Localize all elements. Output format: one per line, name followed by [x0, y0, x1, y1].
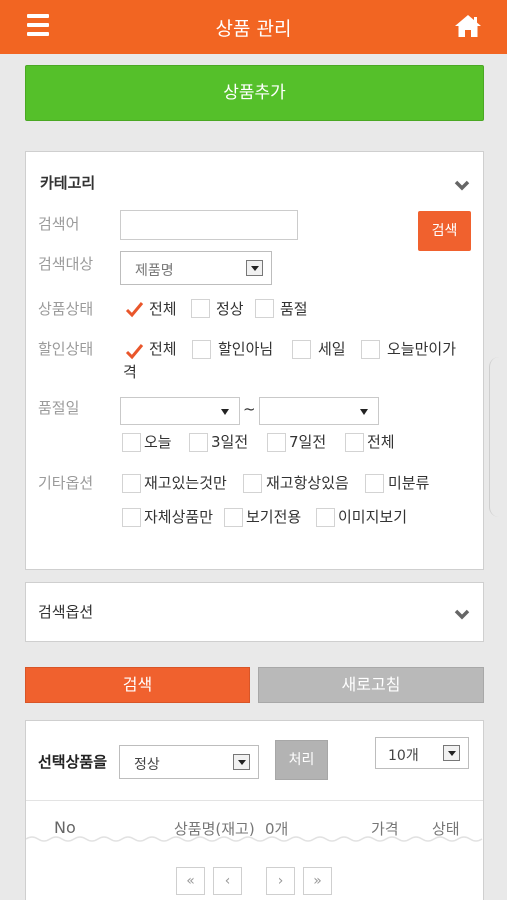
soldout-date-to-select[interactable] [259, 397, 379, 425]
table-header: No 상품명(재고) 0개 가격 상태 [26, 800, 483, 840]
own-products-only-checkbox[interactable] [122, 508, 141, 527]
chevron-down-icon[interactable] [454, 177, 470, 191]
product-status-all-checkbox[interactable] [124, 299, 144, 318]
scroll-edge-indicator [489, 357, 507, 517]
preset-7days-label: 7일전 [289, 433, 327, 451]
show-images-checkbox[interactable] [316, 508, 335, 527]
uncategorized-checkbox[interactable] [365, 474, 384, 493]
add-product-button[interactable]: 상품추가 [25, 65, 484, 121]
select-arrow-icon [233, 754, 250, 770]
show-images-label: 이미지보기 [338, 508, 408, 526]
select-arrow-icon [246, 260, 263, 276]
uncategorized-label: 미분류 [388, 474, 430, 492]
product-status-normal-checkbox[interactable] [191, 299, 210, 318]
next-page-button[interactable]: › [266, 867, 295, 895]
search-button[interactable]: 검색 [25, 667, 250, 703]
product-list-panel: 선택상품을 정상 처리 10개 No 상품명(재고) 0개 가격 상태 « ‹ … [25, 720, 484, 900]
filter-panel: 카테고리 검색어 검색 검색대상 제품명 상품상태 전체 정상 품절 할인상태 … [25, 151, 484, 570]
discount-status-all-label: 전체 [149, 340, 177, 358]
page-size-select[interactable]: 10개 [375, 737, 469, 769]
search-target-value: 제품명 [135, 263, 174, 279]
search-target-select[interactable]: 제품명 [120, 251, 272, 285]
product-status-label: 상품상태 [38, 300, 94, 318]
keyword-label: 검색어 [38, 215, 80, 233]
product-status-normal-label: 정상 [216, 300, 244, 318]
preset-7days-checkbox[interactable] [267, 433, 286, 452]
preset-3days-label: 3일전 [211, 433, 249, 451]
search-options-heading: 검색옵션 [38, 603, 94, 621]
preset-all-label: 전체 [367, 433, 395, 451]
discount-status-all-checkbox[interactable] [124, 341, 144, 360]
date-range-separator: ~ [243, 400, 256, 418]
discount-status-none-label: 할인아님 [218, 340, 274, 358]
soldout-date-label: 품절일 [38, 399, 80, 417]
preset-all-checkbox[interactable] [345, 433, 364, 452]
discount-status-today-checkbox[interactable] [361, 340, 380, 359]
search-target-label: 검색대상 [38, 255, 94, 273]
in-stock-only-checkbox[interactable] [122, 474, 141, 493]
discount-status-none-checkbox[interactable] [192, 340, 211, 359]
last-page-button[interactable]: » [303, 867, 332, 895]
preset-today-label: 오늘 [144, 433, 172, 451]
page-title: 상품 관리 [215, 18, 292, 40]
refresh-button[interactable]: 새로고침 [258, 667, 484, 703]
top-app-bar: 상품 관리 [0, 0, 507, 54]
bulk-status-value: 정상 [134, 757, 160, 773]
chevron-down-icon[interactable] [454, 606, 470, 620]
product-status-soldout-label: 품절 [280, 300, 308, 318]
selected-products-label: 선택상품을 [38, 753, 108, 771]
always-in-stock-checkbox[interactable] [243, 474, 262, 493]
view-only-checkbox[interactable] [224, 508, 243, 527]
search-options-panel[interactable]: 검색옵션 [25, 582, 484, 642]
discount-status-today-label-wrap: 격 [123, 363, 137, 381]
torn-edge-divider [26, 836, 483, 842]
discount-status-sale-checkbox[interactable] [292, 340, 311, 359]
soldout-date-from-select[interactable] [120, 397, 240, 425]
prev-page-button[interactable]: ‹ [213, 867, 242, 895]
discount-status-label: 할인상태 [38, 340, 94, 358]
preset-today-checkbox[interactable] [122, 433, 141, 452]
keyword-input[interactable] [120, 210, 298, 240]
keyword-search-button[interactable]: 검색 [418, 211, 471, 251]
view-only-label: 보기전용 [246, 508, 302, 526]
process-button[interactable]: 처리 [275, 740, 328, 780]
product-status-soldout-checkbox[interactable] [255, 299, 274, 318]
product-status-all-label: 전체 [149, 300, 177, 318]
etc-options-label: 기타옵션 [38, 474, 94, 492]
select-arrow-icon [443, 745, 460, 761]
always-in-stock-label: 재고항상있음 [266, 474, 349, 492]
category-heading: 카테고리 [40, 174, 96, 192]
home-icon[interactable] [454, 14, 482, 38]
bulk-status-select[interactable]: 정상 [119, 745, 259, 779]
preset-3days-checkbox[interactable] [189, 433, 208, 452]
discount-status-sale-label: 세일 [318, 340, 346, 358]
first-page-button[interactable]: « [176, 867, 205, 895]
own-products-only-label: 자체상품만 [144, 508, 214, 526]
in-stock-only-label: 재고있는것만 [144, 474, 227, 492]
page-size-value: 10개 [388, 748, 419, 764]
discount-status-today-label: 오늘만이가 [387, 340, 457, 358]
